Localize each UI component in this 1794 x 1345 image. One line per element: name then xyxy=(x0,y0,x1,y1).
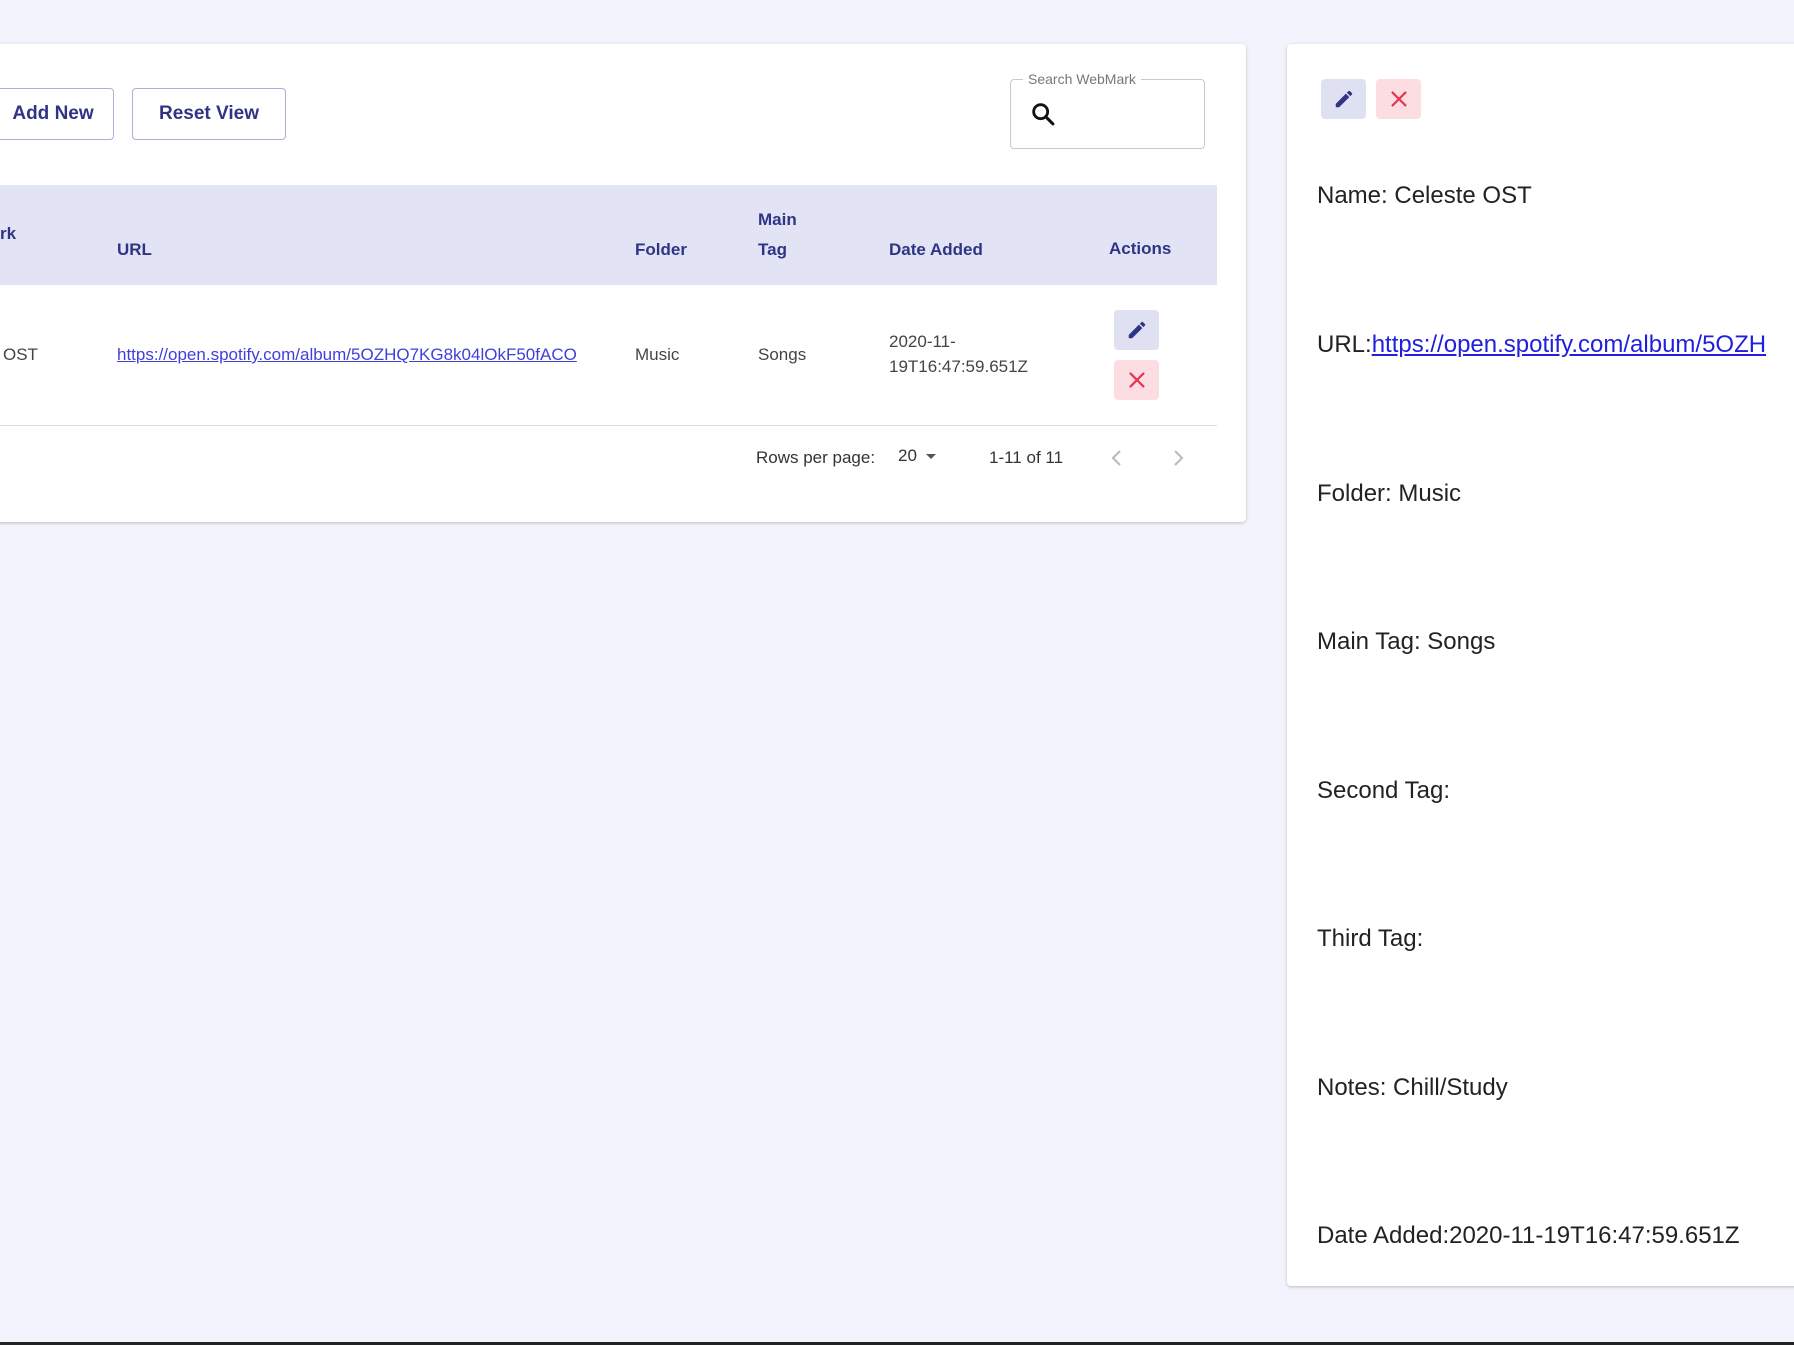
detail-folder: Folder: Music xyxy=(1317,480,1461,508)
detail-second-tag: Second Tag: xyxy=(1317,777,1450,805)
webmark-table-card: Add New Reset View Search WebMark rk URL… xyxy=(0,44,1246,522)
detail-main-tag-value: Songs xyxy=(1427,628,1496,655)
detail-url-label: URL: xyxy=(1317,331,1372,358)
search-field[interactable]: Search WebMark xyxy=(1010,71,1205,149)
search-icon xyxy=(1032,103,1055,126)
detail-third-tag: Third Tag: xyxy=(1317,925,1423,953)
detail-name-value: Celeste OST xyxy=(1394,182,1532,209)
detail-edit-button[interactable] xyxy=(1321,79,1366,119)
webmark-detail-card: Name: Celeste OST URL:https://open.spoti… xyxy=(1287,44,1794,1286)
detail-main-tag: Main Tag: Songs xyxy=(1317,628,1495,656)
column-header-name[interactable]: rk xyxy=(0,219,16,249)
detail-date-value: 2020-11-19T16:47:59.651Z xyxy=(1449,1222,1740,1249)
search-label: Search WebMark xyxy=(1023,71,1141,87)
row-divider xyxy=(0,425,1217,426)
chevron-right-icon[interactable] xyxy=(1166,446,1190,470)
detail-date-added: Date Added:2020-11-19T16:47:59.651Z xyxy=(1317,1222,1740,1250)
add-new-button[interactable]: Add New xyxy=(0,88,114,140)
cell-date-line1: 2020-11- xyxy=(889,332,956,351)
add-new-label: Add New xyxy=(12,103,94,124)
column-header-main-tag-line2: Tag xyxy=(758,240,787,259)
detail-delete-button[interactable] xyxy=(1376,79,1421,119)
detail-main-tag-label: Main Tag: xyxy=(1317,628,1428,655)
detail-notes-value: Chill/Study xyxy=(1393,1074,1508,1101)
rows-per-page-select[interactable]: 20 xyxy=(898,444,948,472)
pencil-icon xyxy=(1128,321,1145,339)
search-input[interactable] xyxy=(1063,94,1193,134)
row-edit-button[interactable] xyxy=(1114,310,1159,350)
column-header-folder[interactable]: Folder xyxy=(635,235,687,265)
cell-date-line2: 19T16:47:59.651Z xyxy=(889,357,1028,376)
detail-second-tag-label: Second Tag: xyxy=(1317,777,1450,804)
column-header-date-added[interactable]: Date Added xyxy=(889,235,983,265)
detail-third-tag-label: Third Tag: xyxy=(1317,925,1424,952)
cell-folder: Music xyxy=(635,345,680,364)
table-header-row: rk URL Folder Main Tag Date Added Action… xyxy=(0,185,1217,285)
row-delete-button[interactable] xyxy=(1114,360,1159,400)
caret-down-icon xyxy=(926,454,936,459)
cell-date-added: 2020-11- 19T16:47:59.651Z xyxy=(889,329,1028,379)
detail-url-link[interactable]: https://open.spotify.com/album/5OZH xyxy=(1372,331,1766,358)
rows-per-page-label: Rows per page: xyxy=(756,448,876,467)
rows-per-page-value: 20 xyxy=(898,446,917,465)
close-icon xyxy=(1128,372,1145,388)
cell-name: OST xyxy=(3,345,38,364)
chevron-left-icon[interactable] xyxy=(1105,446,1129,470)
column-header-url[interactable]: URL xyxy=(117,235,152,265)
detail-notes-label: Notes: xyxy=(1317,1074,1394,1101)
pagination-range: 1-11 of 11 xyxy=(989,448,1064,467)
detail-notes: Notes: Chill/Study xyxy=(1317,1074,1508,1102)
detail-folder-value: Music xyxy=(1398,480,1462,507)
detail-url: URL:https://open.spotify.com/album/5OZH xyxy=(1317,331,1766,359)
detail-date-label: Date Added: xyxy=(1317,1222,1450,1249)
reset-view-button[interactable]: Reset View xyxy=(132,88,286,140)
cell-url-link[interactable]: https://open.spotify.com/album/5OZHQ7KG8… xyxy=(117,342,577,367)
detail-folder-label: Folder: xyxy=(1317,480,1399,507)
detail-name: Name: Celeste OST xyxy=(1317,182,1532,210)
reset-view-label: Reset View xyxy=(159,103,259,124)
cell-main-tag: Songs xyxy=(758,345,807,364)
column-header-main-tag[interactable]: Main Tag xyxy=(758,205,797,265)
column-header-main-tag-line1: Main xyxy=(758,210,797,229)
close-icon xyxy=(1390,91,1407,107)
column-header-actions: Actions xyxy=(1109,239,1172,258)
pencil-icon xyxy=(1335,90,1352,108)
detail-name-label: Name: xyxy=(1317,182,1395,209)
